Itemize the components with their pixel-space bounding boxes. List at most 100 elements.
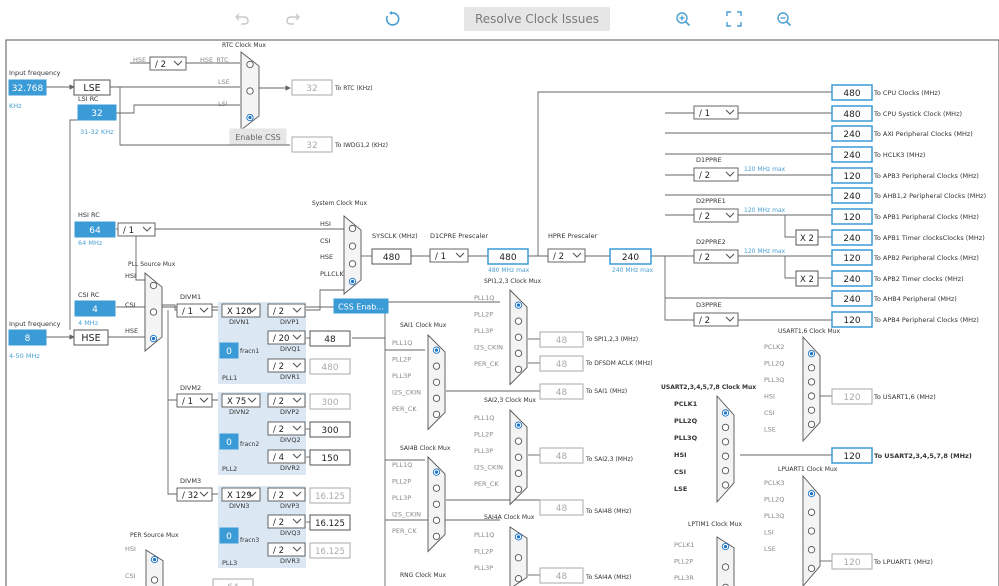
value-text: 48: [556, 504, 568, 514]
radio-option[interactable]: [807, 527, 816, 535]
radio-option[interactable]: [514, 469, 523, 477]
radio-dot: [151, 336, 156, 341]
divp3-select[interactable]: / 2: [267, 487, 306, 502]
lpuart1-clock-mux[interactable]: [802, 474, 821, 586]
radio-option[interactable]: [432, 394, 441, 402]
select-value: / 2: [273, 546, 284, 556]
d1ppre-select[interactable]: / 2: [693, 167, 739, 182]
radio-option[interactable]: [149, 281, 158, 290]
radio-option[interactable]: [807, 392, 816, 400]
radio-option[interactable]: [514, 437, 523, 445]
sai23-clock-mux[interactable]: [509, 408, 528, 506]
radio-option[interactable]: [348, 224, 357, 233]
radio-option[interactable]: [721, 466, 730, 475]
output-to-apb4: 120: [831, 311, 873, 328]
radio-option[interactable]: [432, 484, 441, 492]
radio-option[interactable]: [432, 500, 441, 508]
rtc-clock-mux[interactable]: [240, 51, 260, 131]
radio-option[interactable]: [150, 576, 159, 584]
divq2-select[interactable]: / 2: [267, 421, 306, 436]
label-divn2-l: DIVN2: [229, 408, 249, 416]
label-lse-short: LSE: [218, 78, 230, 86]
pll-source-mux[interactable]: [144, 272, 163, 352]
divn2-select[interactable]: X 75: [221, 393, 261, 408]
radio-option[interactable]: [514, 333, 523, 341]
divr2-select[interactable]: / 4: [267, 449, 306, 464]
divp2-select[interactable]: / 2: [267, 393, 306, 408]
rtc-hse-divider[interactable]: / 2: [149, 56, 187, 71]
radio-option[interactable]: [432, 516, 441, 524]
label-input-freq: Input frequency: [9, 320, 61, 328]
radio-option[interactable]: [721, 481, 730, 489]
radio-option[interactable]: [807, 378, 816, 386]
d2ppre1-select[interactable]: / 2: [693, 208, 739, 223]
value-text: 0: [226, 532, 232, 542]
radio-option[interactable]: [807, 564, 816, 573]
label-pll2q: PLL2Q: [674, 417, 698, 425]
radio-option[interactable]: [807, 406, 816, 414]
label-pll1q: PLL1Q: [474, 531, 494, 539]
css-enable-button[interactable]: CSS Enab...: [333, 298, 389, 314]
system-clock-mux[interactable]: [343, 215, 362, 295]
spi123-clock-mux[interactable]: [509, 288, 528, 386]
divr3-select[interactable]: / 2: [267, 542, 306, 557]
output-to-axi: 240: [831, 125, 873, 142]
radio-option[interactable]: [432, 532, 441, 541]
radio-option[interactable]: [807, 546, 816, 554]
usart2345678-clock-mux[interactable]: [716, 394, 735, 504]
sai4a-clock-mux[interactable]: [509, 526, 528, 586]
radio-option[interactable]: [514, 575, 523, 583]
sai4b-clock-mux[interactable]: [427, 455, 446, 553]
divn3-select[interactable]: X 129: [221, 487, 261, 502]
divr1-select[interactable]: / 2: [267, 358, 306, 373]
radio-option[interactable]: [514, 317, 523, 325]
d3ppre-select[interactable]: / 2: [693, 312, 739, 327]
d2ppre2-select[interactable]: / 2: [693, 249, 739, 264]
value-text: 16.125: [315, 492, 345, 502]
radio-option[interactable]: [721, 423, 730, 432]
sai1-clock-mux[interactable]: [427, 333, 446, 431]
radio-option[interactable]: [721, 438, 730, 446]
divq3-select[interactable]: / 2: [267, 514, 306, 529]
enable-css-button[interactable]: Enable CSS: [229, 128, 287, 145]
radio-option[interactable]: [149, 308, 158, 316]
radio-option[interactable]: [348, 260, 357, 268]
radio-option[interactable]: [514, 485, 523, 494]
hse-frequency-input[interactable]: 8: [8, 329, 47, 346]
radio-option[interactable]: [432, 362, 441, 370]
radio-option[interactable]: [246, 87, 254, 95]
hsi-divider[interactable]: / 1: [117, 222, 156, 237]
divn1-select[interactable]: X 120: [221, 303, 261, 318]
radio-option[interactable]: [432, 378, 441, 386]
radio-option[interactable]: [348, 242, 357, 250]
radio-option[interactable]: [514, 349, 523, 357]
radio-option[interactable]: [807, 364, 816, 372]
divm2-select[interactable]: / 1: [176, 393, 213, 408]
usart16-clock-mux[interactable]: [802, 335, 821, 443]
radio-option[interactable]: [514, 453, 523, 461]
divp1-select[interactable]: / 2: [267, 303, 306, 318]
radio-option[interactable]: [514, 554, 523, 562]
divq1-select[interactable]: / 20: [267, 330, 306, 345]
value-text: 240: [843, 130, 860, 140]
divm3-select[interactable]: / 32: [176, 487, 213, 502]
radio-option[interactable]: [246, 60, 254, 69]
systick-divider[interactable]: / 1: [693, 105, 739, 120]
lptim1-clock-mux[interactable]: [716, 536, 735, 586]
label-pll3p: PLL3P: [474, 447, 493, 455]
divm1-select[interactable]: / 1: [176, 303, 213, 318]
per-source-mux[interactable]: [145, 549, 164, 586]
lse-frequency-input[interactable]: 32.768: [8, 79, 47, 96]
radio-option[interactable]: [807, 420, 816, 429]
value-text: X 2: [800, 234, 814, 244]
radio-option[interactable]: [807, 508, 816, 516]
radio-option[interactable]: [432, 410, 441, 419]
radio-option[interactable]: [721, 563, 730, 571]
select-value: / 32: [182, 491, 198, 501]
d1cpre-prescaler[interactable]: / 1: [429, 248, 469, 263]
radio-option[interactable]: [721, 452, 730, 460]
value-text: 4: [92, 305, 98, 315]
select-value: / 2: [273, 425, 284, 435]
radio-option[interactable]: [514, 365, 523, 374]
hpre-prescaler[interactable]: / 2: [547, 248, 586, 263]
